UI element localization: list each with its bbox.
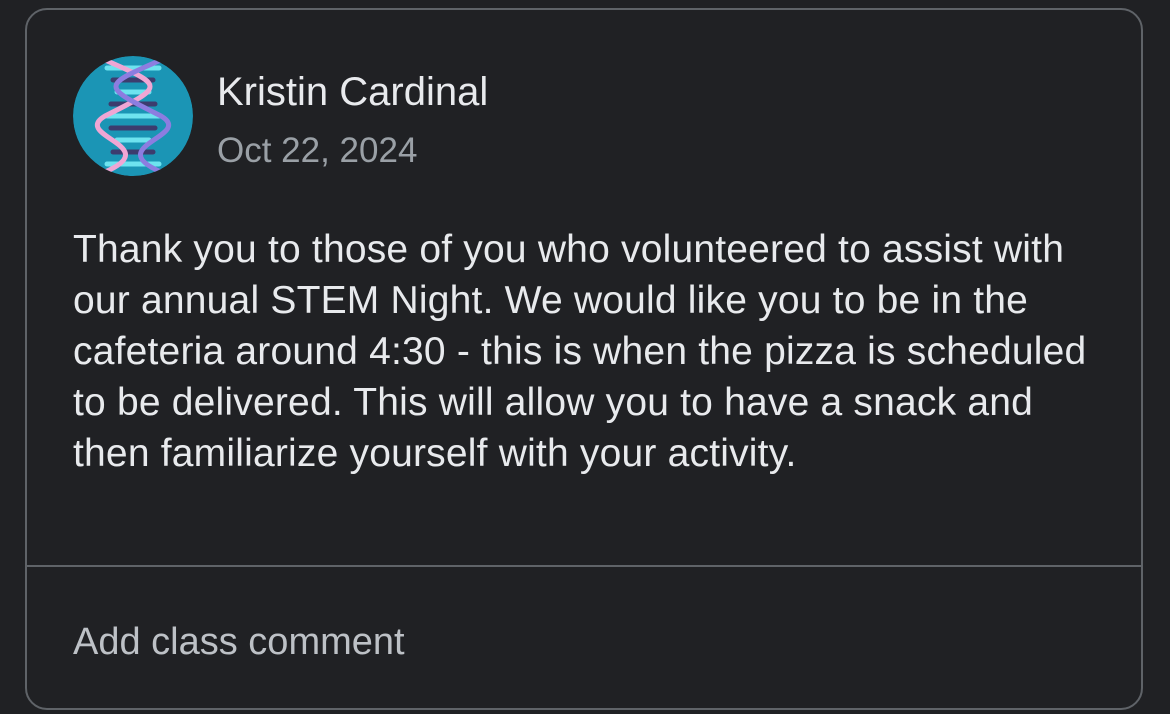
add-comment-input[interactable]: Add class comment — [73, 618, 405, 666]
post-date: Oct 22, 2024 — [217, 131, 418, 170]
avatar[interactable] — [73, 56, 193, 176]
post-body: Thank you to those of you who volunteere… — [73, 228, 1087, 475]
dna-helix-icon — [73, 56, 193, 176]
author-name: Kristin Cardinal — [217, 70, 489, 114]
divider — [27, 565, 1141, 567]
announcement-card: Kristin Cardinal Oct 22, 2024 Thank you … — [25, 8, 1143, 710]
